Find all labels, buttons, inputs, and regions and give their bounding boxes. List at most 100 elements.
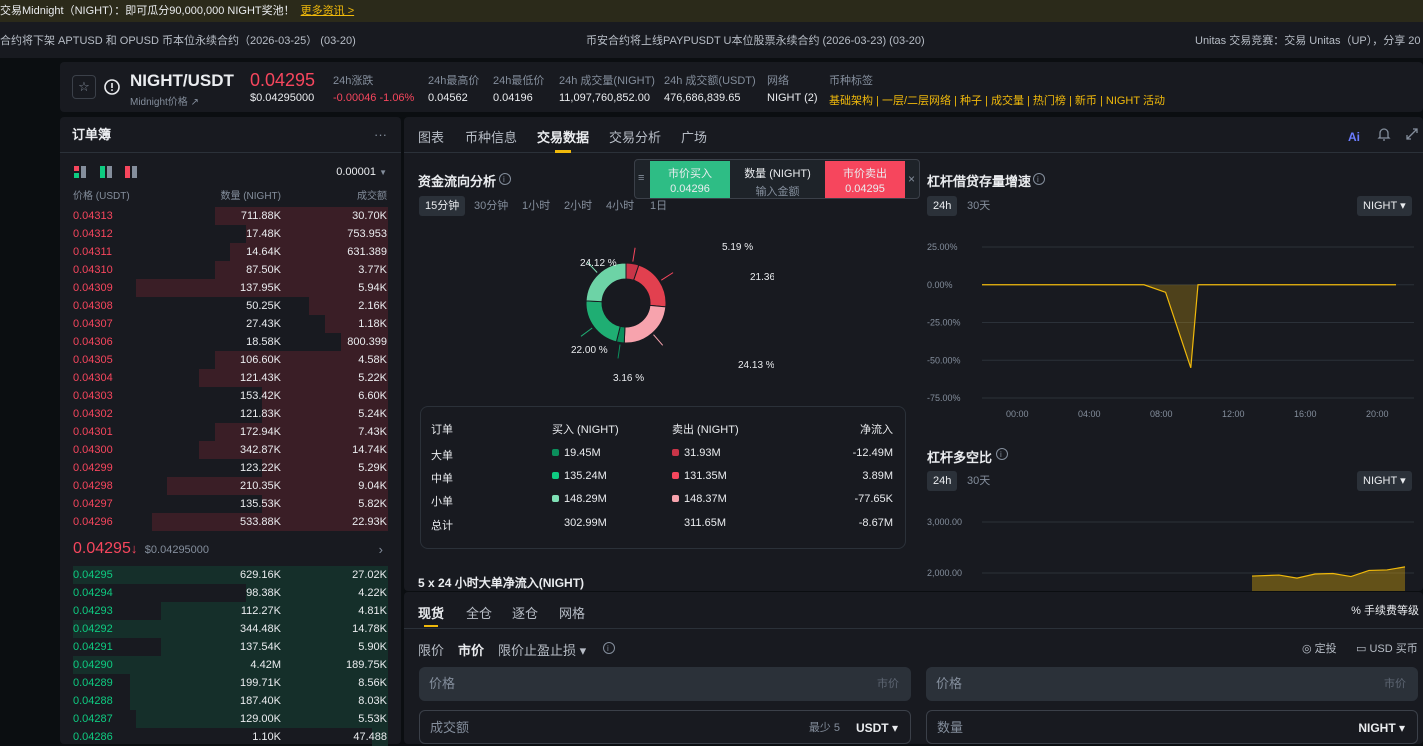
trade-tab-spot[interactable]: 现货 xyxy=(418,603,444,622)
trade-tab-isolated[interactable]: 逐仓 xyxy=(512,603,538,622)
market-sell-button[interactable]: 市价卖出 0.04295 xyxy=(825,161,905,198)
buy-unit-select[interactable]: USDT ▾ xyxy=(856,711,898,745)
info-icon[interactable] xyxy=(104,76,124,96)
drag-handle-icon[interactable]: ≡ xyxy=(638,172,644,184)
bid-row[interactable]: 0.04294 98.38K 4.22K xyxy=(60,584,401,602)
news-item-1[interactable]: 合约将下架 APTUSD 和 OPUSD 币本位永续合约（2026-03-25）… xyxy=(0,22,356,58)
dca-button[interactable]: ◎ 定投 xyxy=(1302,640,1337,656)
token-tags[interactable]: 基础架构 | 一层/二层网络 | 种子 | 成交量 | 热门榜 | 新币 | N… xyxy=(829,92,1165,108)
quantity-input[interactable]: 数量 (NIGHT) 输入金额 xyxy=(730,161,825,198)
ask-quantity: 533.88K xyxy=(240,516,281,528)
sell-unit-select[interactable]: NIGHT ▾ xyxy=(1358,711,1405,745)
order-type-limit[interactable]: 限价 xyxy=(418,640,444,659)
help-icon[interactable]: i xyxy=(1032,172,1046,186)
bid-price: 0.04289 xyxy=(73,677,113,689)
period-1h[interactable]: 1小时 xyxy=(516,196,556,216)
lev-ratio-period-30d[interactable]: 30天 xyxy=(961,471,996,491)
bell-icon[interactable] xyxy=(1377,127,1391,141)
ai-icon[interactable]: Ai xyxy=(1348,129,1364,144)
ask-row[interactable]: 0.04313 711.88K 30.70K xyxy=(60,207,401,225)
close-icon[interactable]: × xyxy=(908,172,915,186)
ask-row[interactable]: 0.04302 121.83K 5.24K xyxy=(60,405,401,423)
help-icon[interactable]: i xyxy=(995,447,1009,461)
ask-row[interactable]: 0.04297 135.53K 5.82K xyxy=(60,495,401,513)
stat-value-network[interactable]: NIGHT (2) xyxy=(767,92,818,104)
lev-growth-period-24h[interactable]: 24h xyxy=(927,196,958,216)
ask-row[interactable]: 0.04301 172.94K 7.43K xyxy=(60,423,401,441)
orderbook-last-price[interactable]: 0.04295↓ $0.04295000 xyxy=(73,540,209,558)
bid-row[interactable]: 0.04287 129.00K 5.53K xyxy=(60,710,401,728)
tab-trading-analysis[interactable]: 交易分析 xyxy=(609,127,661,146)
ask-row[interactable]: 0.04298 210.35K 9.04K xyxy=(60,477,401,495)
chevron-right-icon[interactable]: › xyxy=(379,542,383,557)
tab-square[interactable]: 广场 xyxy=(681,127,707,146)
ask-row[interactable]: 0.04305 106.60K 4.58K xyxy=(60,351,401,369)
lev-growth-currency-select[interactable]: NIGHT ▾ xyxy=(1357,196,1412,216)
lev-ratio-period-24h[interactable]: 24h xyxy=(927,471,958,491)
tab-coin-info[interactable]: 币种信息 xyxy=(465,127,517,146)
bid-row[interactable]: 0.04292 344.48K 14.78K xyxy=(60,620,401,638)
pair-subtitle[interactable]: Midnight价格 ↗ xyxy=(130,93,199,108)
usd-buy-button[interactable]: ▭ USD 买币 xyxy=(1356,640,1418,656)
order-type-stop-limit[interactable]: 限价止盈止损 ▾ xyxy=(498,640,586,659)
ask-row[interactable]: 0.04306 18.58K 800.399 xyxy=(60,333,401,351)
dca-label: 定投 xyxy=(1314,643,1337,655)
ask-row[interactable]: 0.04300 342.87K 14.74K xyxy=(60,441,401,459)
period-15m[interactable]: 15分钟 xyxy=(419,196,466,216)
tab-trading-data[interactable]: 交易数据 xyxy=(537,127,589,146)
ask-row[interactable]: 0.04311 14.64K 631.389 xyxy=(60,243,401,261)
both-sides-view-icon[interactable] xyxy=(74,166,86,178)
ask-row[interactable]: 0.04303 153.42K 6.60K xyxy=(60,387,401,405)
bid-row[interactable]: 0.04293 112.27K 4.81K xyxy=(60,602,401,620)
bid-row[interactable]: 0.04291 137.54K 5.90K xyxy=(60,638,401,656)
bid-price: 0.04288 xyxy=(73,695,113,707)
period-2h[interactable]: 2小时 xyxy=(558,196,598,216)
banner-more-link[interactable]: 更多资讯 > xyxy=(301,5,354,17)
donut-slice[interactable] xyxy=(623,304,667,344)
trade-tab-cross[interactable]: 全仓 xyxy=(466,603,492,622)
period-1d[interactable]: 1日 xyxy=(644,196,673,216)
expand-icon[interactable] xyxy=(1405,127,1419,141)
ask-row[interactable]: 0.04296 533.88K 22.93K xyxy=(60,513,401,531)
help-icon[interactable]: i xyxy=(498,172,512,186)
precision-select[interactable]: 0.00001 ▼ xyxy=(336,166,387,178)
more-options-icon[interactable]: ··· xyxy=(374,117,387,153)
news-item-3[interactable]: Unitas 交易竞赛：交易 Unitas（UP），分享 20 万 xyxy=(1195,22,1423,58)
trade-tab-grid[interactable]: 网格 xyxy=(559,603,585,622)
bid-row[interactable]: 0.04290 4.42M 189.75K xyxy=(60,656,401,674)
bid-row[interactable]: 0.04288 187.40K 8.03K xyxy=(60,692,401,710)
order-type-market[interactable]: 市价 xyxy=(458,640,484,659)
ask-row[interactable]: 0.04299 123.22K 5.29K xyxy=(60,459,401,477)
ask-row[interactable]: 0.04310 87.50K 3.77K xyxy=(60,261,401,279)
sell-price-field[interactable]: 价格 市价 xyxy=(926,667,1418,701)
fee-level-link[interactable]: % 手续费等级 xyxy=(1351,602,1419,618)
period-30m[interactable]: 30分钟 xyxy=(468,196,514,216)
news-item-2[interactable]: 币安合约将上线PAYPUSDT U本位股票永续合约 (2026-03-23) (… xyxy=(586,22,925,58)
depth-bar xyxy=(73,566,388,584)
asks-only-view-icon[interactable] xyxy=(125,166,137,178)
bid-row[interactable]: 0.04286 1.10K 47.488 xyxy=(60,728,401,746)
ask-row[interactable]: 0.04309 137.95K 5.94K xyxy=(60,279,401,297)
bid-row[interactable]: 0.04295 629.16K 27.02K xyxy=(60,566,401,584)
ask-row[interactable]: 0.04312 17.48K 753.953 xyxy=(60,225,401,243)
favorite-star-icon[interactable]: ☆ xyxy=(72,75,96,99)
donut-slice[interactable] xyxy=(585,300,621,343)
tab-chart[interactable]: 图表 xyxy=(418,127,444,146)
bids-only-view-icon[interactable] xyxy=(100,166,112,178)
ask-price: 0.04296 xyxy=(73,516,113,528)
buy-price-field[interactable]: 价格 市价 xyxy=(419,667,911,701)
buy-amount-field[interactable]: 成交额 最少 5 USDT ▾ xyxy=(419,710,911,744)
lev-growth-period-30d[interactable]: 30天 xyxy=(961,196,996,216)
bid-row[interactable]: 0.04289 199.71K 8.56K xyxy=(60,674,401,692)
ask-row[interactable]: 0.04307 27.43K 1.18K xyxy=(60,315,401,333)
period-4h[interactable]: 4小时 xyxy=(600,196,640,216)
market-buy-button[interactable]: 市价买入 0.04296 xyxy=(650,161,730,198)
ask-row[interactable]: 0.04308 50.25K 2.16K xyxy=(60,297,401,315)
sell-qty-field[interactable]: 数量 NIGHT ▾ xyxy=(926,710,1418,744)
x-tick-label: 20:00 xyxy=(1366,409,1389,419)
ask-row[interactable]: 0.04304 121.43K 5.22K xyxy=(60,369,401,387)
lev-ratio-currency-select[interactable]: NIGHT ▾ xyxy=(1357,471,1412,491)
donut-slice[interactable] xyxy=(633,264,667,308)
pair-name[interactable]: NIGHT/USDT xyxy=(130,71,234,91)
info-icon[interactable]: i xyxy=(602,641,616,655)
